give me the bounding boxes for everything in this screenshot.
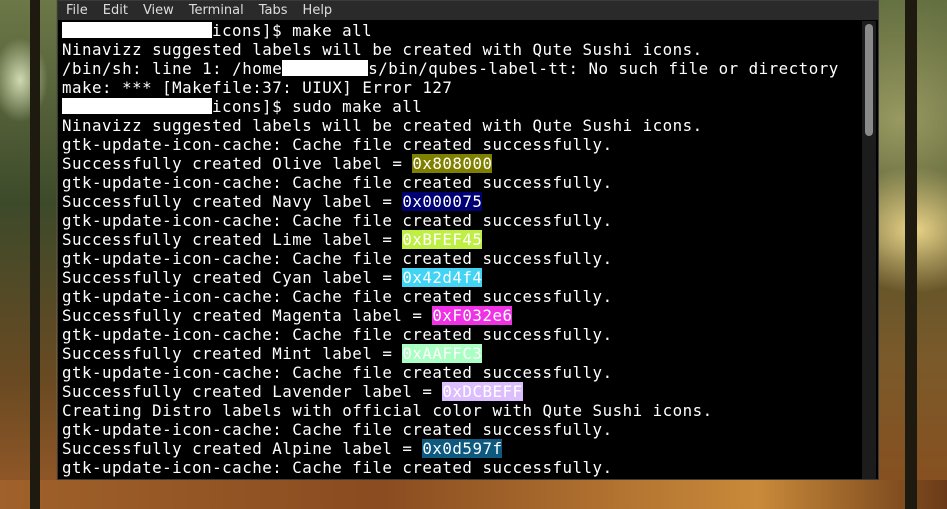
terminal-line: gtk-update-icon-cache: Cache file create… bbox=[60, 458, 862, 477]
terminal-line: gtk-update-icon-cache: Cache file create… bbox=[60, 173, 862, 192]
terminal-line: gtk-update-icon-cache: Cache file create… bbox=[60, 420, 862, 439]
terminal-line: gtk-update-icon-cache: Cache file create… bbox=[60, 325, 862, 344]
line-text: gtk-update-icon-cache: Cache file create… bbox=[62, 325, 613, 344]
menu-bar: File Edit View Terminal Tabs Help bbox=[58, 1, 878, 20]
redacted-block bbox=[62, 98, 212, 114]
line-text: gtk-update-icon-cache: Cache file create… bbox=[62, 135, 613, 154]
line-text: Successfully created Cyan label = bbox=[62, 268, 403, 287]
line-text: gtk-update-icon-cache: Cache file create… bbox=[62, 211, 613, 230]
wallpaper-left-edge bbox=[0, 0, 56, 509]
color-hex-swatch: 0xF032e6 bbox=[432, 306, 513, 325]
wallpaper-bottom-edge bbox=[0, 480, 947, 509]
tree-trunk bbox=[30, 0, 40, 509]
terminal-line: gtk-update-icon-cache: Cache file create… bbox=[60, 211, 862, 230]
line-text: /bin/sh: line 1: /home bbox=[62, 59, 283, 78]
line-text: Ninavizz suggested labels will be create… bbox=[62, 116, 703, 135]
terminal-line: icons]$ sudo make all bbox=[60, 97, 862, 116]
terminal-line: /bin/sh: line 1: /home s/bin/qubes-label-… bbox=[60, 59, 862, 78]
terminal-line: make: *** [Makefile:37: UIUX] Error 127 bbox=[60, 78, 862, 97]
line-text: Successfully created Navy label = bbox=[62, 192, 403, 211]
terminal-line: Successfully created Magenta label = 0xF… bbox=[60, 306, 862, 325]
redacted-block bbox=[282, 60, 369, 76]
terminal-line: Successfully created Olive label = 0x808… bbox=[60, 154, 862, 173]
color-hex-swatch: 0x000075 bbox=[402, 192, 483, 211]
terminal-output[interactable]: icons]$ make all Ninavizz suggested label… bbox=[60, 21, 862, 479]
menu-help[interactable]: Help bbox=[295, 1, 340, 20]
color-hex-swatch: 0x808000 bbox=[412, 154, 493, 173]
line-text: gtk-update-icon-cache: Cache file create… bbox=[62, 458, 613, 477]
menu-file[interactable]: File bbox=[58, 1, 95, 20]
terminal-line: icons]$ make all bbox=[60, 21, 862, 40]
line-text: Successfully created Mint label = bbox=[62, 344, 403, 363]
terminal-line: Successfully created Alpine label = 0x0d… bbox=[60, 439, 862, 458]
terminal-window[interactable]: File Edit View Terminal Tabs Help icons]… bbox=[57, 0, 879, 480]
menu-edit[interactable]: Edit bbox=[95, 1, 135, 20]
line-text: gtk-update-icon-cache: Cache file create… bbox=[62, 363, 613, 382]
terminal-line: Successfully created Lavender label = 0x… bbox=[60, 382, 862, 401]
color-hex-swatch: 0x0d597f bbox=[422, 439, 503, 458]
terminal-line: Successfully created Mint label = 0xAAFF… bbox=[60, 344, 862, 363]
terminal-line: Creating Distro labels with official col… bbox=[60, 401, 862, 420]
terminal-line: Successfully created Navy label = 0x0000… bbox=[60, 192, 862, 211]
line-text: Successfully created Lavender label = bbox=[62, 382, 443, 401]
menu-view[interactable]: View bbox=[135, 1, 181, 20]
line-text: gtk-update-icon-cache: Cache file create… bbox=[62, 420, 613, 439]
line-text: gtk-update-icon-cache: Cache file create… bbox=[62, 173, 613, 192]
terminal-line: gtk-update-icon-cache: Cache file create… bbox=[60, 249, 862, 268]
terminal-line: gtk-update-icon-cache: Cache file create… bbox=[60, 135, 862, 154]
terminal-line: gtk-update-icon-cache: Cache file create… bbox=[60, 363, 862, 382]
line-text: Successfully created Alpine label = bbox=[62, 439, 423, 458]
terminal-line: Successfully created Cyan label = 0x42d4… bbox=[60, 268, 862, 287]
line-text: gtk-update-icon-cache: Cache file create… bbox=[62, 287, 613, 306]
line-text: Successfully created Lime label = bbox=[62, 230, 403, 249]
menu-tabs[interactable]: Tabs bbox=[251, 1, 295, 20]
line-text: gtk-update-icon-cache: Cache file create… bbox=[62, 249, 613, 268]
line-text: s/bin/qubes-label-tt: No such file or di… bbox=[368, 59, 839, 78]
terminal-line: gtk-update-icon-cache: Cache file create… bbox=[60, 287, 862, 306]
tree-trunk bbox=[905, 0, 917, 509]
scrollbar-thumb[interactable] bbox=[865, 24, 873, 136]
line-text: Ninavizz suggested labels will be create… bbox=[62, 40, 703, 59]
line-text: Creating Distro labels with official col… bbox=[62, 401, 713, 420]
prompt-text: icons]$ make all bbox=[212, 21, 373, 40]
color-hex-swatch: 0x42d4f4 bbox=[402, 268, 483, 287]
menu-terminal[interactable]: Terminal bbox=[181, 1, 251, 20]
line-text: Successfully created Magenta label = bbox=[62, 306, 433, 325]
scrollbar[interactable] bbox=[862, 21, 876, 479]
line-text: Successfully created Olive label = bbox=[62, 154, 413, 173]
line-text: make: *** [Makefile:37: UIUX] Error 127 bbox=[62, 78, 453, 97]
terminal-line: Successfully created Lime label = 0xBFEF… bbox=[60, 230, 862, 249]
terminal-line: Ninavizz suggested labels will be create… bbox=[60, 40, 862, 59]
color-hex-swatch: 0xDCBEFF bbox=[442, 382, 523, 401]
redacted-block bbox=[62, 22, 212, 38]
prompt-text: icons]$ sudo make all bbox=[212, 97, 423, 116]
color-hex-swatch: 0xBFEF45 bbox=[402, 230, 483, 249]
color-hex-swatch: 0xAAFFC3 bbox=[402, 344, 483, 363]
terminal-line: Ninavizz suggested labels will be create… bbox=[60, 116, 862, 135]
